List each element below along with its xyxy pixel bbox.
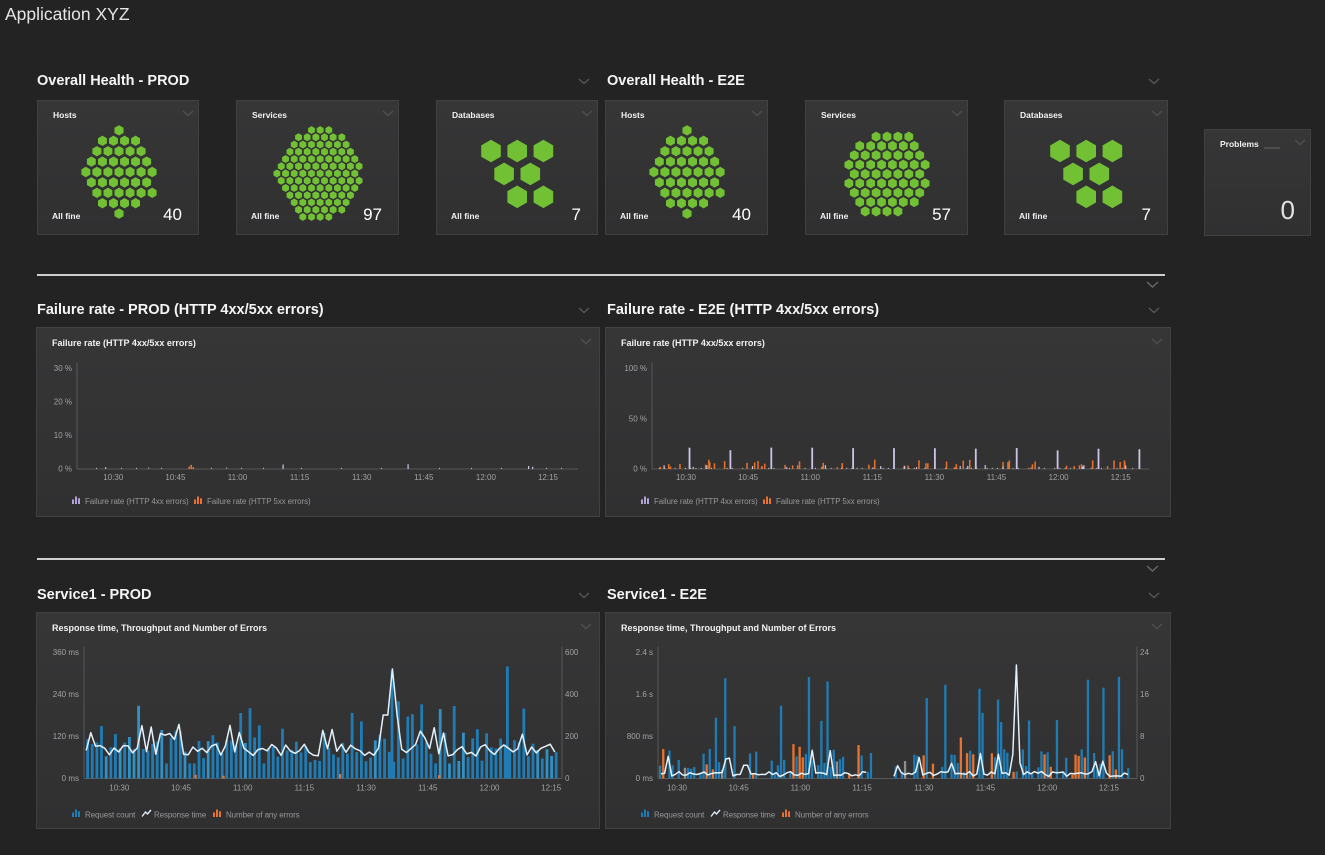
- svg-text:100 %: 100 %: [624, 364, 647, 373]
- svg-text:12:00: 12:00: [479, 784, 500, 793]
- svg-text:Number of any errors: Number of any errors: [795, 811, 869, 820]
- svg-text:Failure rate (HTTP 4xx errors): Failure rate (HTTP 4xx errors): [85, 497, 189, 506]
- svg-text:12:15: 12:15: [1099, 784, 1120, 793]
- svg-text:Number of any errors: Number of any errors: [226, 811, 300, 820]
- svg-text:800 ms: 800 ms: [627, 732, 653, 741]
- svg-text:12:00: 12:00: [476, 473, 497, 482]
- svg-text:10:45: 10:45: [729, 784, 750, 793]
- svg-text:Request count: Request count: [654, 811, 705, 820]
- svg-text:24: 24: [1140, 648, 1149, 657]
- svg-text:Request count: Request count: [85, 811, 136, 820]
- svg-text:11:30: 11:30: [914, 784, 934, 793]
- svg-text:600: 600: [565, 648, 579, 657]
- svg-text:Failure rate (HTTP 5xx errors): Failure rate (HTTP 5xx errors): [207, 497, 311, 506]
- svg-text:50 %: 50 %: [629, 414, 647, 423]
- svg-text:11:00: 11:00: [228, 473, 248, 482]
- svg-text:0: 0: [565, 774, 570, 783]
- svg-text:10:30: 10:30: [676, 473, 697, 482]
- svg-text:10:30: 10:30: [103, 473, 124, 482]
- svg-text:12:15: 12:15: [538, 473, 559, 482]
- svg-text:Failure rate (HTTP 5xx errors): Failure rate (HTTP 5xx errors): [776, 497, 880, 506]
- svg-text:0 ms: 0 ms: [62, 774, 79, 783]
- svg-text:11:30: 11:30: [352, 473, 372, 482]
- svg-text:360 ms: 360 ms: [53, 648, 79, 657]
- svg-text:Response time: Response time: [723, 811, 776, 820]
- svg-text:10:30: 10:30: [109, 784, 130, 793]
- svg-text:11:00: 11:00: [791, 784, 811, 793]
- svg-text:12:15: 12:15: [541, 784, 562, 793]
- svg-text:0: 0: [1140, 774, 1145, 783]
- svg-text:11:00: 11:00: [233, 784, 253, 793]
- svg-text:11:45: 11:45: [418, 784, 438, 793]
- svg-text:Response time: Response time: [154, 811, 207, 820]
- svg-text:11:00: 11:00: [800, 473, 820, 482]
- svg-text:Failure rate (HTTP 4xx errors): Failure rate (HTTP 4xx errors): [654, 497, 758, 506]
- svg-text:12:00: 12:00: [1049, 473, 1070, 482]
- svg-text:11:30: 11:30: [356, 784, 376, 793]
- svg-text:10:45: 10:45: [165, 473, 186, 482]
- svg-text:11:45: 11:45: [987, 473, 1007, 482]
- svg-text:400: 400: [565, 690, 579, 699]
- svg-text:10:30: 10:30: [667, 784, 688, 793]
- svg-text:0 %: 0 %: [58, 465, 72, 474]
- svg-text:12:15: 12:15: [1111, 473, 1132, 482]
- svg-text:0 %: 0 %: [633, 465, 647, 474]
- svg-text:10 %: 10 %: [54, 431, 72, 440]
- svg-text:11:15: 11:15: [295, 784, 315, 793]
- svg-text:11:30: 11:30: [925, 473, 945, 482]
- svg-text:11:45: 11:45: [414, 473, 434, 482]
- svg-text:2.4 s: 2.4 s: [636, 648, 653, 657]
- svg-text:11:15: 11:15: [290, 473, 310, 482]
- svg-text:240 ms: 240 ms: [53, 690, 79, 699]
- svg-text:20 %: 20 %: [54, 398, 72, 407]
- svg-text:10:45: 10:45: [171, 784, 192, 793]
- svg-text:12:00: 12:00: [1037, 784, 1058, 793]
- svg-text:1.6 s: 1.6 s: [636, 690, 653, 699]
- svg-text:0 ms: 0 ms: [636, 774, 653, 783]
- svg-text:11:15: 11:15: [863, 473, 883, 482]
- svg-text:11:45: 11:45: [976, 784, 996, 793]
- svg-text:11:15: 11:15: [852, 784, 872, 793]
- svg-text:10:45: 10:45: [738, 473, 759, 482]
- svg-text:120 ms: 120 ms: [53, 732, 79, 741]
- svg-text:16: 16: [1140, 690, 1149, 699]
- svg-text:30 %: 30 %: [54, 364, 72, 373]
- svg-text:8: 8: [1140, 732, 1145, 741]
- svg-text:200: 200: [565, 732, 579, 741]
